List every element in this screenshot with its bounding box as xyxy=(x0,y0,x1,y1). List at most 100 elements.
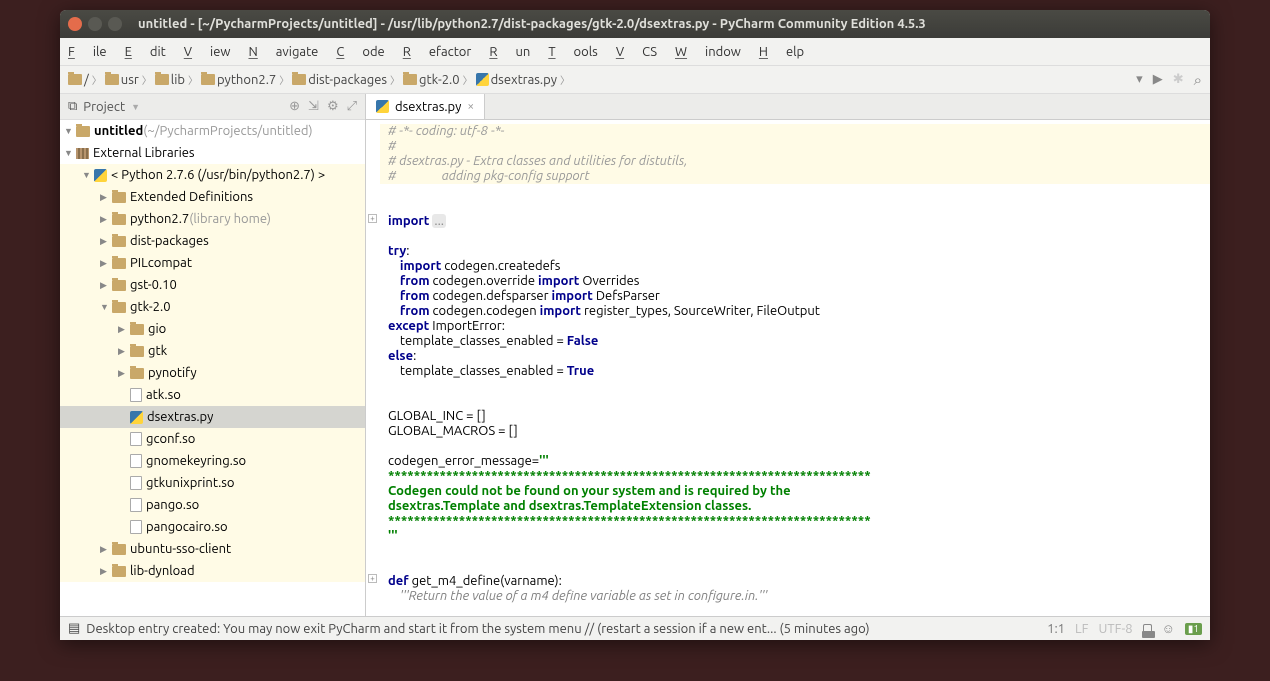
tree-ubuntu-sso-client[interactable]: ▶ubuntu-sso-client xyxy=(60,538,365,560)
tree-dsextras-py[interactable]: dsextras.py xyxy=(60,406,365,428)
tree-gtk[interactable]: ▶gtk xyxy=(60,340,365,362)
code-line[interactable]: '''Return the value of a m4 define varia… xyxy=(380,589,1210,604)
tree-pilcompat[interactable]: ▶PILcompat xyxy=(60,252,365,274)
tree-pangocairo-so[interactable]: pangocairo.so xyxy=(60,516,365,538)
readonly-icon[interactable] xyxy=(1143,622,1152,636)
crumb-python2-7[interactable]: python2.7 xyxy=(201,73,276,87)
disclosure-icon[interactable]: ▶ xyxy=(100,192,110,203)
inspection-icon[interactable]: ☺ xyxy=(1162,621,1175,636)
code-editor[interactable]: # -*- coding: utf-8 -*-## dsextras.py - … xyxy=(366,120,1210,616)
menu-navigate[interactable]: Navigate xyxy=(248,45,318,59)
code-line[interactable]: from codegen.codegen import register_typ… xyxy=(380,304,1210,319)
menu-file[interactable]: File xyxy=(68,45,107,59)
disclosure-icon[interactable]: ▶ xyxy=(100,544,110,555)
tree-atk-so[interactable]: atk.so xyxy=(60,384,365,406)
crumb-lib[interactable]: lib xyxy=(155,73,185,87)
disclosure-icon[interactable]: ▼ xyxy=(64,126,74,136)
crumb-usr[interactable]: usr xyxy=(105,73,139,87)
crumb-dist-packages[interactable]: dist-packages xyxy=(292,73,387,87)
disclosure-icon[interactable]: ▶ xyxy=(100,214,110,225)
disclosure-icon[interactable]: ▶ xyxy=(100,236,110,247)
titlebar[interactable]: untitled - [~/PycharmProjects/untitled] … xyxy=(60,10,1210,38)
code-line[interactable]: import codegen.createdefs xyxy=(380,259,1210,274)
code-line[interactable]: template_classes_enabled = True xyxy=(380,364,1210,379)
code-line[interactable]: template_classes_enabled = False xyxy=(380,334,1210,349)
code-line[interactable]: ''' xyxy=(380,529,1210,544)
code-line[interactable]: ****************************************… xyxy=(380,514,1210,529)
line-separator[interactable]: LF xyxy=(1075,622,1088,636)
code-line[interactable]: import ... xyxy=(380,214,1210,229)
disclosure-icon[interactable]: ▶ xyxy=(118,368,128,379)
tree-pynotify[interactable]: ▶pynotify xyxy=(60,362,365,384)
file-encoding[interactable]: UTF-8 xyxy=(1099,622,1133,636)
tree-pango-so[interactable]: pango.so xyxy=(60,494,365,516)
code-line[interactable]: GLOBAL_INC = [] xyxy=(380,409,1210,424)
crumb-gtk-2-0[interactable]: gtk-2.0 xyxy=(403,73,460,87)
tree-lib-dynload[interactable]: ▶lib-dynload xyxy=(60,560,365,582)
window-maximize-button[interactable] xyxy=(108,17,122,31)
window-close-button[interactable] xyxy=(68,17,82,31)
menu-code[interactable]: Code xyxy=(336,45,384,59)
code-line[interactable] xyxy=(380,184,1210,199)
project-tree[interactable]: ▼untitled (~/PycharmProjects/untitled)▼E… xyxy=(60,120,365,616)
crumb-dsextras-py[interactable]: dsextras.py xyxy=(476,73,557,87)
menu-vcs[interactable]: VCS xyxy=(616,45,657,59)
code-line[interactable] xyxy=(380,379,1210,394)
disclosure-icon[interactable]: ▶ xyxy=(118,346,128,357)
hide-icon[interactable]: ⤢ xyxy=(347,99,357,114)
menu-help[interactable]: Help xyxy=(759,45,804,59)
search-icon[interactable]: ⌕ xyxy=(1194,71,1202,89)
tree-gio[interactable]: ▶gio xyxy=(60,318,365,340)
code-line[interactable]: dsextras.Template and dsextras.TemplateE… xyxy=(380,499,1210,514)
disclosure-icon[interactable]: ▼ xyxy=(64,148,74,158)
debug-icon[interactable]: ✱ xyxy=(1173,72,1184,87)
code-line[interactable] xyxy=(380,229,1210,244)
code-line[interactable]: else: xyxy=(380,349,1210,364)
code-line[interactable]: def get_m4_define(varname): xyxy=(380,574,1210,589)
code-line[interactable]: from codegen.override import Overrides xyxy=(380,274,1210,289)
status-message[interactable]: Desktop entry created: You may now exit … xyxy=(86,622,869,636)
tree-gconf-so[interactable]: gconf.so xyxy=(60,428,365,450)
menu-tools[interactable]: Tools xyxy=(548,45,598,59)
tree-gnomekeyring-so[interactable]: gnomekeyring.so xyxy=(60,450,365,472)
sidebar-view-dropdown[interactable]: ▼ xyxy=(131,102,140,112)
disclosure-icon[interactable]: ▼ xyxy=(82,170,92,180)
code-line[interactable]: # xyxy=(380,139,1210,154)
sidebar-title[interactable]: Project xyxy=(83,100,125,114)
tab-close-icon[interactable]: × xyxy=(467,100,474,113)
tree-external-libraries[interactable]: ▼External Libraries xyxy=(60,142,365,164)
code-line[interactable]: codegen_error_message=''' xyxy=(380,454,1210,469)
tree-gst-0-10[interactable]: ▶gst-0.10 xyxy=(60,274,365,296)
code-line[interactable]: GLOBAL_MACROS = [] xyxy=(380,424,1210,439)
code-line[interactable]: Codegen could not be found on your syste… xyxy=(380,484,1210,499)
code-line[interactable]: try: xyxy=(380,244,1210,259)
scroll-from-source-icon[interactable]: ⊕ xyxy=(289,99,300,114)
code-line[interactable] xyxy=(380,199,1210,214)
disclosure-icon[interactable]: ▶ xyxy=(118,324,128,335)
code-line[interactable]: from codegen.defsparser import DefsParse… xyxy=(380,289,1210,304)
tree-untitled[interactable]: ▼untitled (~/PycharmProjects/untitled) xyxy=(60,120,365,142)
tree-gtkunixprint-so[interactable]: gtkunixprint.so xyxy=(60,472,365,494)
menu-run[interactable]: Run xyxy=(489,45,530,59)
disclosure-icon[interactable]: ▶ xyxy=(100,258,110,269)
code-line[interactable] xyxy=(380,559,1210,574)
code-line[interactable] xyxy=(380,544,1210,559)
editor-tab-dsextras[interactable]: dsextras.py × xyxy=(366,94,485,119)
code-line[interactable]: # -*- coding: utf-8 -*- xyxy=(380,124,1210,139)
code-line[interactable]: # adding pkg-config support xyxy=(380,169,1210,184)
code-line[interactable] xyxy=(380,394,1210,409)
run-config-dropdown[interactable]: ▾ xyxy=(1136,72,1143,87)
code-line[interactable]: ****************************************… xyxy=(380,469,1210,484)
window-minimize-button[interactable] xyxy=(88,17,102,31)
code-line[interactable] xyxy=(380,439,1210,454)
settings-icon[interactable]: ⚙ xyxy=(327,99,339,114)
disclosure-icon[interactable]: ▶ xyxy=(100,566,110,577)
run-icon[interactable]: ▶ xyxy=(1153,72,1163,87)
disclosure-icon[interactable]: ▼ xyxy=(100,302,110,312)
tree-gtk-2-0[interactable]: ▼gtk-2.0 xyxy=(60,296,365,318)
tree-dist-packages[interactable]: ▶dist-packages xyxy=(60,230,365,252)
menu-edit[interactable]: Edit xyxy=(125,45,166,59)
crumb-root[interactable]: / xyxy=(68,73,89,87)
caret-position[interactable]: 1:1 xyxy=(1047,622,1065,636)
tree--python-2-7-6-usr-bin-python2-7-[interactable]: ▼< Python 2.7.6 (/usr/bin/python2.7) > xyxy=(60,164,365,186)
